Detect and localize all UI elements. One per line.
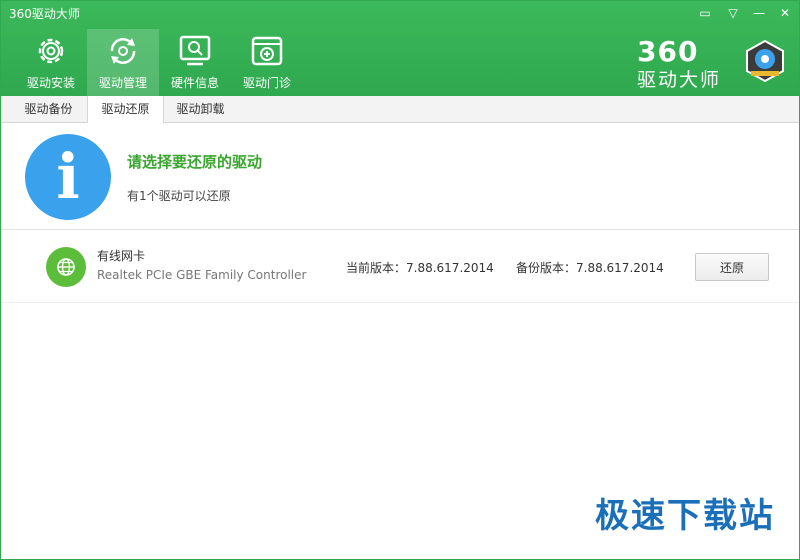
device-name: 有线网卡	[97, 249, 146, 263]
nav-label: 硬件信息	[170, 76, 219, 90]
nav-label: 驱动管理	[98, 76, 147, 90]
nav-driver-manage[interactable]: 驱动管理	[87, 29, 159, 96]
close-icon[interactable]: ✕	[775, 4, 795, 22]
clinic-icon	[251, 36, 283, 66]
current-version: 当前版本：7.88.617.2014	[346, 261, 494, 275]
device-icon	[46, 247, 86, 287]
brand-logo: 360 驱动大师	[637, 35, 787, 91]
menu-icon[interactable]: ▽	[723, 4, 743, 22]
tab-driver-backup[interactable]: 驱动备份	[11, 96, 86, 122]
backup-version: 备份版本：7.88.617.2014	[516, 261, 664, 275]
feedback-icon[interactable]: ▭	[695, 4, 715, 22]
brand-name: 驱动大师	[637, 69, 722, 91]
gear-icon	[38, 38, 64, 64]
info-subtitle: 有1个驱动可以还原	[127, 189, 231, 203]
sub-tab-bar: 驱动备份 驱动还原 驱动卸载	[1, 96, 799, 123]
nav-label: 驱动安装	[26, 76, 75, 90]
header-bar: 360驱动大师 ▭ ▽ — ✕ 驱动安装 驱动管理 硬件信息 驱动门诊 360 …	[1, 1, 799, 96]
monitor-search-icon	[179, 35, 211, 66]
nav-label: 驱动门诊	[242, 76, 291, 90]
main-nav: 驱动安装 驱动管理 硬件信息 驱动门诊	[15, 29, 303, 96]
info-glyph: i	[56, 140, 80, 213]
brand-shield-icon	[746, 39, 784, 83]
refresh-icon	[110, 38, 136, 64]
nav-hardware-info[interactable]: 硬件信息	[159, 29, 231, 96]
window-title: 360驱动大师	[9, 7, 80, 21]
brand-number: 360	[637, 35, 699, 68]
info-panel: i 请选择要还原的驱动 有1个驱动可以还原	[1, 123, 799, 230]
info-icon: i	[25, 134, 111, 220]
info-title: 请选择要还原的驱动	[127, 153, 263, 171]
device-model: Realtek PCIe GBE Family Controller	[97, 268, 307, 282]
nav-driver-install[interactable]: 驱动安装	[15, 29, 87, 96]
tab-driver-restore[interactable]: 驱动还原	[87, 96, 164, 123]
restore-button[interactable]: 还原	[695, 253, 769, 281]
watermark: 极速下载站	[595, 496, 775, 536]
app-window: 360驱动大师 ▭ ▽ — ✕ 驱动安装 驱动管理 硬件信息 驱动门诊 360 …	[0, 0, 800, 560]
tab-driver-uninstall[interactable]: 驱动卸载	[163, 96, 238, 122]
driver-row: 有线网卡 Realtek PCIe GBE Family Controller …	[1, 230, 799, 303]
minimize-icon[interactable]: —	[749, 4, 769, 22]
nav-driver-clinic[interactable]: 驱动门诊	[231, 29, 303, 96]
network-globe-icon	[57, 258, 75, 276]
